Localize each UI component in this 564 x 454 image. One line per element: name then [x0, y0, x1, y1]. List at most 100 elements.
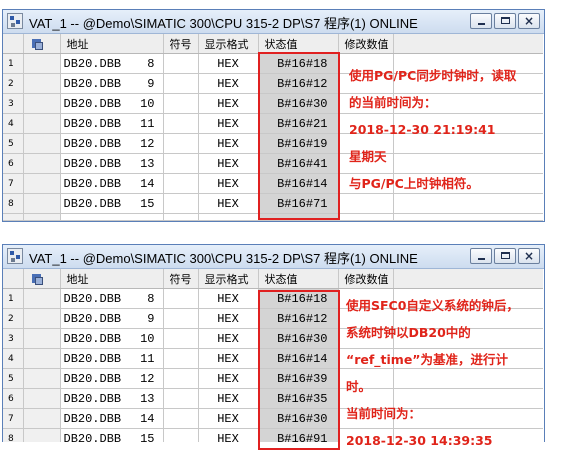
address-offset: 9 — [147, 311, 155, 326]
row-flag — [23, 153, 61, 174]
symbol-cell[interactable] — [163, 288, 199, 309]
minimize-button[interactable] — [470, 248, 492, 264]
minimize-button[interactable] — [470, 13, 492, 29]
address-cell[interactable]: DB20.DBB 10 — [60, 93, 164, 114]
symbol-cell[interactable] — [163, 133, 199, 154]
symbol-cell[interactable] — [163, 193, 199, 214]
header-address[interactable]: 地址 — [60, 34, 164, 54]
row-flag — [23, 328, 61, 349]
format-cell[interactable]: HEX — [198, 73, 259, 94]
address-cell[interactable]: DB20.DBB 12 — [60, 133, 164, 154]
format-cell[interactable]: HEX — [198, 113, 259, 134]
format-cell[interactable]: HEX — [198, 93, 259, 114]
restore-button[interactable] — [494, 248, 516, 264]
symbol-cell[interactable] — [163, 93, 199, 114]
header-address[interactable]: 地址 — [60, 269, 164, 289]
vat-app-icon — [7, 13, 23, 29]
address-offset: 10 — [140, 331, 155, 346]
header-symbol[interactable]: 符号 — [163, 269, 199, 289]
status-value-cell: B#16#41 — [258, 153, 339, 174]
symbol-cell[interactable] — [163, 368, 199, 389]
address-cell[interactable]: DB20.DBB 13 — [60, 388, 164, 409]
row-number[interactable]: 6 — [3, 153, 24, 174]
address-cell[interactable]: DB20.DBB 9 — [60, 308, 164, 329]
symbol-cell[interactable] — [163, 113, 199, 134]
symbol-cell[interactable] — [163, 153, 199, 174]
address-operand: DB20.DBB — [63, 331, 122, 346]
format-cell[interactable]: HEX — [198, 428, 259, 442]
format-cell[interactable]: HEX — [198, 348, 259, 369]
address-cell[interactable]: DB20.DBB 15 — [60, 428, 164, 442]
format-cell[interactable]: HEX — [198, 133, 259, 154]
row-number[interactable]: 2 — [3, 308, 24, 329]
address-cell[interactable]: DB20.DBB 13 — [60, 153, 164, 174]
header-symbol[interactable]: 符号 — [163, 34, 199, 54]
row-number[interactable]: 7 — [3, 173, 24, 194]
symbol-cell[interactable] — [163, 408, 199, 429]
header-status[interactable]: 状态值 — [258, 34, 339, 54]
format-cell[interactable]: HEX — [198, 368, 259, 389]
table-row-empty[interactable] — [3, 213, 543, 221]
annotation-line: 时。 — [346, 379, 372, 394]
title-bar[interactable]: VAT_1 -- @Demo\SIMATIC 300\CPU 315-2 DP\… — [3, 10, 544, 34]
row-number[interactable]: 4 — [3, 113, 24, 134]
address-offset: 8 — [147, 56, 155, 71]
address-cell[interactable]: DB20.DBB 8 — [60, 288, 164, 309]
format-cell[interactable]: HEX — [198, 408, 259, 429]
row-number[interactable]: 1 — [3, 288, 24, 309]
row-number[interactable]: 5 — [3, 368, 24, 389]
symbol-cell[interactable] — [163, 428, 199, 442]
format-cell[interactable]: HEX — [198, 288, 259, 309]
address-cell[interactable]: DB20.DBB 15 — [60, 193, 164, 214]
address-cell[interactable]: DB20.DBB 10 — [60, 328, 164, 349]
address-operand: DB20.DBB — [63, 176, 122, 191]
format-cell[interactable]: HEX — [198, 193, 259, 214]
format-cell[interactable]: HEX — [198, 388, 259, 409]
header-status[interactable]: 状态值 — [258, 269, 339, 289]
status-value-cell: B#16#30 — [258, 328, 339, 349]
row-number[interactable]: 4 — [3, 348, 24, 369]
format-cell[interactable]: HEX — [198, 53, 259, 74]
header-format[interactable]: 显示格式 — [198, 34, 259, 54]
address-operand: DB20.DBB — [63, 116, 122, 131]
address-cell[interactable]: DB20.DBB 8 — [60, 53, 164, 74]
header-modify[interactable]: 修改数值 — [338, 269, 394, 289]
header-format[interactable]: 显示格式 — [198, 269, 259, 289]
format-cell[interactable]: HEX — [198, 153, 259, 174]
symbol-cell[interactable] — [163, 328, 199, 349]
row-flag — [23, 113, 61, 134]
format-cell[interactable]: HEX — [198, 308, 259, 329]
symbol-cell[interactable] — [163, 388, 199, 409]
row-number[interactable]: 8 — [3, 193, 24, 214]
address-cell[interactable]: DB20.DBB 14 — [60, 408, 164, 429]
symbol-cell[interactable] — [163, 308, 199, 329]
address-cell[interactable]: DB20.DBB 14 — [60, 173, 164, 194]
row-number[interactable]: 3 — [3, 93, 24, 114]
format-cell[interactable]: HEX — [198, 173, 259, 194]
annotation-line: 星期天 — [349, 149, 387, 164]
title-bar[interactable]: VAT_1 -- @Demo\SIMATIC 300\CPU 315-2 DP\… — [3, 245, 544, 269]
address-cell[interactable]: DB20.DBB 11 — [60, 348, 164, 369]
format-cell[interactable]: HEX — [198, 328, 259, 349]
row-number[interactable]: 7 — [3, 408, 24, 429]
address-cell[interactable]: DB20.DBB 11 — [60, 113, 164, 134]
symbol-cell[interactable] — [163, 53, 199, 74]
close-button[interactable]: × — [518, 248, 540, 264]
row-flag — [23, 73, 61, 94]
address-cell[interactable]: DB20.DBB 9 — [60, 73, 164, 94]
close-button[interactable]: × — [518, 13, 540, 29]
symbol-cell[interactable] — [163, 173, 199, 194]
symbol-cell[interactable] — [163, 348, 199, 369]
address-cell[interactable]: DB20.DBB 12 — [60, 368, 164, 389]
row-number[interactable]: 8 — [3, 428, 24, 442]
row-number[interactable]: 6 — [3, 388, 24, 409]
row-number[interactable]: 3 — [3, 328, 24, 349]
row-number[interactable]: 2 — [3, 73, 24, 94]
table-settings-icon[interactable] — [31, 273, 43, 285]
header-modify[interactable]: 修改数值 — [338, 34, 394, 54]
table-settings-icon[interactable] — [31, 38, 43, 50]
row-number[interactable]: 5 — [3, 133, 24, 154]
row-number[interactable]: 1 — [3, 53, 24, 74]
restore-button[interactable] — [494, 13, 516, 29]
symbol-cell[interactable] — [163, 73, 199, 94]
